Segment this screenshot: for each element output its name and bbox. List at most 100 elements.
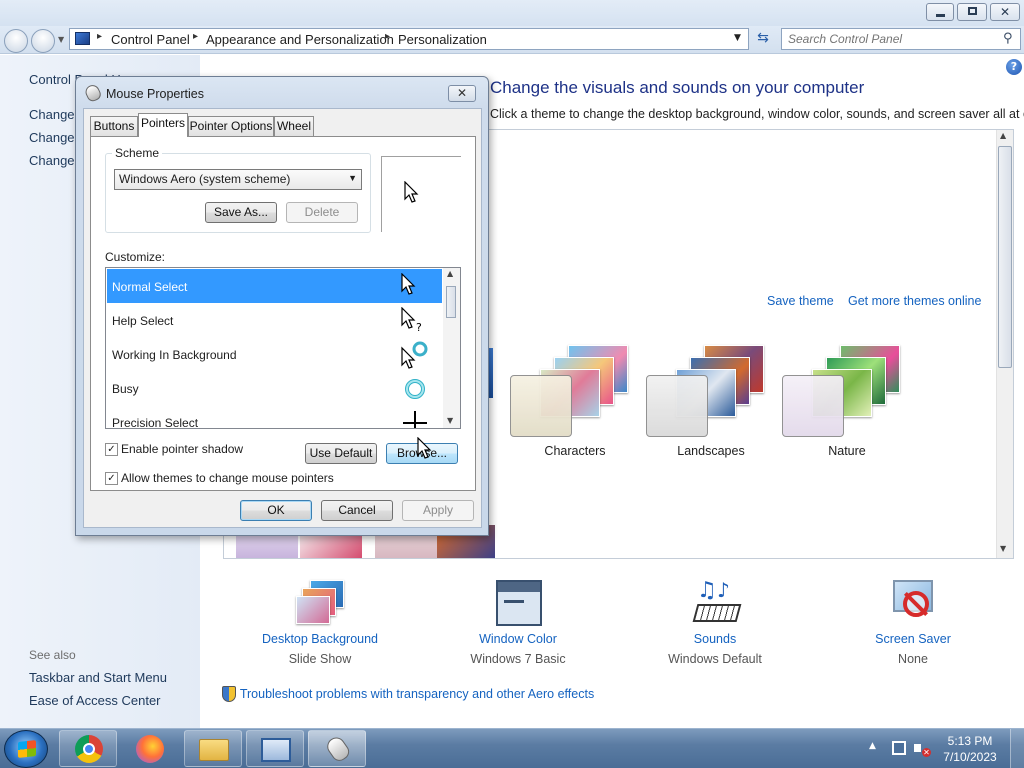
search-icon[interactable]: ⚲ xyxy=(1003,31,1013,46)
tab-pointers[interactable]: Pointers xyxy=(138,113,188,137)
shield-icon xyxy=(222,686,236,702)
back-button[interactable] xyxy=(4,29,28,53)
scroll-up-icon[interactable]: ▲ xyxy=(447,269,453,278)
close-window-button[interactable]: ✕ xyxy=(990,3,1020,21)
start-button[interactable] xyxy=(4,730,48,768)
theme-name: Characters xyxy=(544,444,606,458)
cursor-list-scrollbar[interactable]: ▲ ▼ xyxy=(443,268,460,428)
setting-label[interactable]: Screen Saver xyxy=(833,632,993,646)
breadcrumb-personalization[interactable]: Personalization xyxy=(398,32,487,47)
minimize-button[interactable] xyxy=(926,3,954,21)
setting-value: Slide Show xyxy=(288,652,352,666)
tab-pointer-options[interactable]: Pointer Options xyxy=(188,116,274,136)
list-item[interactable]: Precision Select xyxy=(107,405,442,429)
setting-label[interactable]: Desktop Background xyxy=(240,632,400,646)
dialog-close-button[interactable]: ✕ xyxy=(448,85,476,102)
apply-button[interactable]: Apply xyxy=(402,500,474,521)
theme-settings-row: Desktop Background Slide Show Window Col… xyxy=(200,575,1024,675)
cursor-list[interactable]: Normal Select Help Select ? Working In B… xyxy=(105,267,461,429)
list-item[interactable]: Working In Background xyxy=(107,337,442,371)
ok-button[interactable]: OK xyxy=(240,500,312,521)
scroll-up-icon[interactable]: ▲ xyxy=(1000,131,1006,140)
scheme-dropdown[interactable]: Windows Aero (system scheme) ▼ xyxy=(114,169,362,190)
desktop-background-setting[interactable]: Desktop Background Slide Show xyxy=(240,575,400,670)
help-icon[interactable]: ? xyxy=(1006,59,1022,75)
mouse-pointer-icon xyxy=(417,437,432,459)
breadcrumb-separator-icon[interactable]: ▸ xyxy=(193,31,198,42)
taskbar-clock[interactable]: 5:13 PM 7/10/2023 xyxy=(940,733,1000,765)
crosshair-cursor-icon xyxy=(403,411,427,428)
themes-scrollbar[interactable]: ▲ ▼ xyxy=(996,130,1013,558)
taskbar-mouse-properties[interactable] xyxy=(308,730,366,767)
checkbox-label: Enable pointer shadow xyxy=(121,442,244,456)
sounds-setting[interactable]: ♫ ♪ Sounds Windows Default xyxy=(635,575,795,670)
setting-label[interactable]: Window Color xyxy=(438,632,598,646)
restore-button[interactable] xyxy=(957,3,987,21)
delete-button[interactable]: Delete xyxy=(286,202,358,223)
theme-color-swatch xyxy=(782,375,844,437)
taskbar-explorer[interactable] xyxy=(184,730,242,767)
restore-icon xyxy=(968,7,977,15)
tab-buttons[interactable]: Buttons xyxy=(90,116,138,136)
scroll-down-icon[interactable]: ▼ xyxy=(447,416,453,425)
window-color-setting[interactable]: Window Color Windows 7 Basic xyxy=(438,575,598,670)
recent-pages-icon[interactable]: ▼ xyxy=(58,35,64,44)
show-desktop-button[interactable] xyxy=(1010,729,1024,768)
breadcrumb-appearance[interactable]: Appearance and Personalization xyxy=(206,32,394,47)
cursor-name: Precision Select xyxy=(112,416,199,429)
save-as-button[interactable]: Save As... xyxy=(205,202,277,223)
themes-scroll-thumb[interactable] xyxy=(998,146,1012,368)
list-item[interactable]: Normal Select xyxy=(107,269,442,303)
dialog-body: Buttons Pointers Pointer Options Wheel S… xyxy=(83,108,482,528)
tab-wheel[interactable]: Wheel xyxy=(274,116,314,136)
search-input[interactable] xyxy=(788,30,998,48)
address-dropdown-icon[interactable]: ▼ xyxy=(734,33,741,43)
see-also-ease-of-access[interactable]: Ease of Access Center xyxy=(29,693,161,708)
window-titlebar: ✕ xyxy=(0,0,1024,26)
sounds-icon: ♫ ♪ xyxy=(691,578,743,628)
theme-name: Nature xyxy=(828,444,866,458)
scheme-value: Windows Aero (system scheme) xyxy=(119,172,291,186)
taskbar-chrome[interactable] xyxy=(59,730,117,767)
navigation-bar: ▼ ▸ Control Panel ▸ Appearance and Perso… xyxy=(0,26,1024,54)
cursor-name: Normal Select xyxy=(112,280,188,294)
theme-color-swatch xyxy=(646,375,708,437)
screen-saver-setting[interactable]: Screen Saver None xyxy=(833,575,993,670)
checkbox-label: Allow themes to change mouse pointers xyxy=(121,471,334,485)
breadcrumb-control-panel[interactable]: Control Panel xyxy=(111,32,190,47)
show-hidden-icons-button[interactable]: ▲ xyxy=(869,741,876,751)
refresh-button[interactable]: ⇆ xyxy=(752,30,774,50)
get-more-themes-link[interactable]: Get more themes online xyxy=(848,294,981,308)
troubleshoot-link[interactable]: Troubleshoot problems with transparency … xyxy=(240,687,594,701)
mouse-properties-dialog: Mouse Properties ✕ Buttons Pointers Poin… xyxy=(75,76,489,536)
cancel-button[interactable]: Cancel xyxy=(321,500,393,521)
list-item[interactable]: Help Select ? xyxy=(107,303,442,337)
save-theme-link[interactable]: Save theme xyxy=(767,294,834,308)
list-item[interactable]: Busy xyxy=(107,371,442,405)
volume-muted-icon[interactable]: ✕ xyxy=(914,740,932,758)
forward-button[interactable] xyxy=(31,29,55,53)
use-default-button[interactable]: Use Default xyxy=(305,443,377,464)
theme-landscapes[interactable]: Landscapes xyxy=(646,345,776,465)
breadcrumb-separator-icon[interactable]: ▸ xyxy=(385,31,390,42)
theme-color-swatch xyxy=(510,375,572,437)
theme-characters[interactable]: Characters xyxy=(510,345,640,465)
setting-label[interactable]: Sounds xyxy=(635,632,795,646)
cursor-list-scroll-thumb[interactable] xyxy=(446,286,456,318)
taskbar-firefox[interactable] xyxy=(120,730,178,767)
allow-themes-checkbox[interactable]: ✓ Allow themes to change mouse pointers xyxy=(105,471,334,487)
address-bar[interactable]: ▸ Control Panel ▸ Appearance and Persona… xyxy=(69,28,749,50)
troubleshoot-row: Troubleshoot problems with transparency … xyxy=(222,686,594,702)
screen-saver-icon xyxy=(889,578,941,628)
enable-pointer-shadow-checkbox[interactable]: ✓ Enable pointer shadow xyxy=(105,442,243,458)
taskbar: ▲ ✕ 5:13 PM 7/10/2023 xyxy=(0,728,1024,768)
network-icon[interactable] xyxy=(892,741,906,755)
scroll-down-icon[interactable]: ▼ xyxy=(1000,544,1006,553)
breadcrumb-separator-icon[interactable]: ▸ xyxy=(97,31,102,42)
taskbar-control-panel[interactable] xyxy=(246,730,304,767)
theme-nature[interactable]: Nature xyxy=(782,345,912,465)
control-panel-icon xyxy=(75,32,90,45)
see-also-taskbar-start-menu[interactable]: Taskbar and Start Menu xyxy=(29,670,167,685)
arrow-cursor-icon xyxy=(401,273,416,295)
mouse-icon xyxy=(83,82,103,104)
